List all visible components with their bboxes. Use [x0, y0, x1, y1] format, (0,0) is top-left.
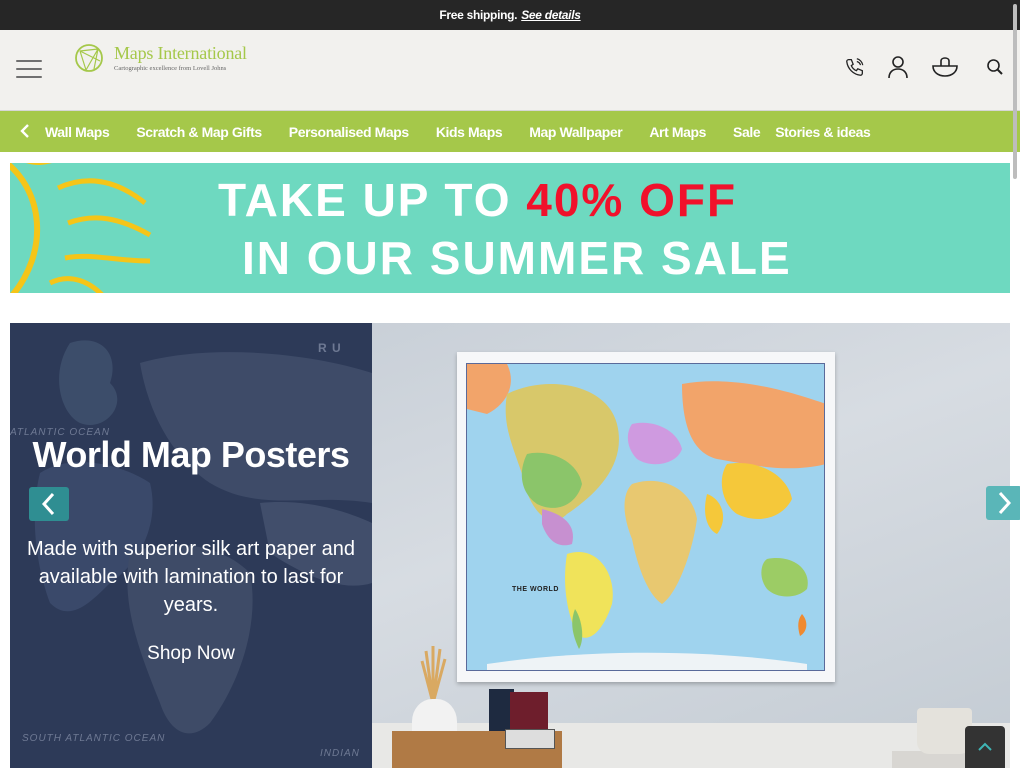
hamburger-line: [16, 76, 42, 78]
nav-item-personalised-maps[interactable]: Personalised Maps: [289, 124, 409, 140]
see-details-link[interactable]: See details: [521, 8, 581, 22]
mug-decor: [917, 708, 972, 754]
announcement-text: Free shipping.: [439, 8, 518, 22]
hero-carousel: ATLANTIC OCEAN SOUTH ATLANTIC OCEAN INDI…: [10, 323, 1010, 768]
logo-globe-icon: [75, 44, 103, 72]
page-scrollbar[interactable]: [1013, 4, 1017, 179]
nav-item-stories-ideas[interactable]: Stories & ideas: [775, 124, 871, 140]
bg-label-indian: INDIAN: [320, 748, 360, 759]
nav-item-wall-maps[interactable]: Wall Maps: [45, 124, 110, 140]
menu-button[interactable]: [16, 60, 42, 80]
hamburger-line: [16, 68, 42, 70]
nav-item-kids-maps[interactable]: Kids Maps: [436, 124, 503, 140]
hero-description: Made with superior silk art paper and av…: [27, 538, 355, 616]
world-map-graphic: [467, 364, 824, 670]
world-map-poster: THE WORLD: [466, 363, 825, 671]
hero-promo-panel: ATLANTIC OCEAN SOUTH ATLANTIC OCEAN INDI…: [10, 323, 372, 768]
hamburger-icon: [16, 60, 42, 62]
carousel-next-button[interactable]: [986, 486, 1020, 520]
logo-subtitle: Cartographic excellence from Lovell John…: [114, 65, 227, 72]
site-logo[interactable]: Maps International Cartographic excellen…: [74, 43, 247, 73]
hero-title: World Map Posters: [32, 434, 350, 475]
nav-item-scratch-map-gifts[interactable]: Scratch & Map Gifts: [136, 124, 262, 140]
site-header: Maps International Cartographic excellen…: [0, 30, 1020, 110]
map-title: THE WORLD: [512, 586, 559, 593]
account-icon: [888, 56, 908, 79]
bg-label-ru: R U: [318, 341, 342, 355]
camera-decor: [505, 729, 555, 749]
sale-headline-line2: IN OUR SUMMER SALE: [242, 232, 792, 284]
logo-title: Maps International: [114, 43, 247, 63]
nav-item-map-wallpaper[interactable]: Map Wallpaper: [529, 124, 622, 140]
basket-button[interactable]: [930, 52, 960, 82]
passport-decor: [510, 692, 548, 734]
nav-item-sale[interactable]: Sale: [733, 124, 761, 140]
sun-graphic-icon: [10, 163, 152, 293]
phone-icon: [846, 58, 864, 76]
hero-product-image[interactable]: THE WORLD: [372, 323, 1010, 768]
sale-headline-line1: TAKE UP TO 40% OFF: [218, 173, 737, 227]
search-button[interactable]: [980, 52, 1010, 82]
chevron-up-icon: [978, 742, 992, 751]
nav-scroll-left-icon[interactable]: [18, 122, 32, 140]
search-icon: [987, 59, 1003, 75]
account-button[interactable]: [883, 52, 913, 82]
chevron-left-icon: [41, 492, 55, 516]
shop-now-link[interactable]: Shop Now: [10, 643, 372, 665]
nav-item-art-maps[interactable]: Art Maps: [649, 124, 706, 140]
bg-label-south-atlantic: SOUTH ATLANTIC OCEAN: [22, 733, 166, 744]
basket-icon: [932, 57, 958, 77]
sale-prefix: TAKE UP TO: [218, 174, 512, 226]
announcement-bar: Free shipping. See details: [0, 0, 1020, 30]
dried-wheat-decor: [420, 646, 447, 703]
carousel-prev-button[interactable]: [29, 487, 69, 521]
framed-world-map: THE WORLD: [457, 352, 835, 682]
chevron-right-icon: [998, 491, 1012, 515]
phone-button[interactable]: [840, 52, 870, 82]
back-to-top-button[interactable]: [965, 726, 1005, 768]
main-navigation: Wall Maps Scratch & Map Gifts Personalis…: [0, 110, 1020, 152]
sale-discount: 40% OFF: [526, 174, 738, 226]
summer-sale-banner[interactable]: TAKE UP TO 40% OFF IN OUR SUMMER SALE: [10, 163, 1010, 293]
